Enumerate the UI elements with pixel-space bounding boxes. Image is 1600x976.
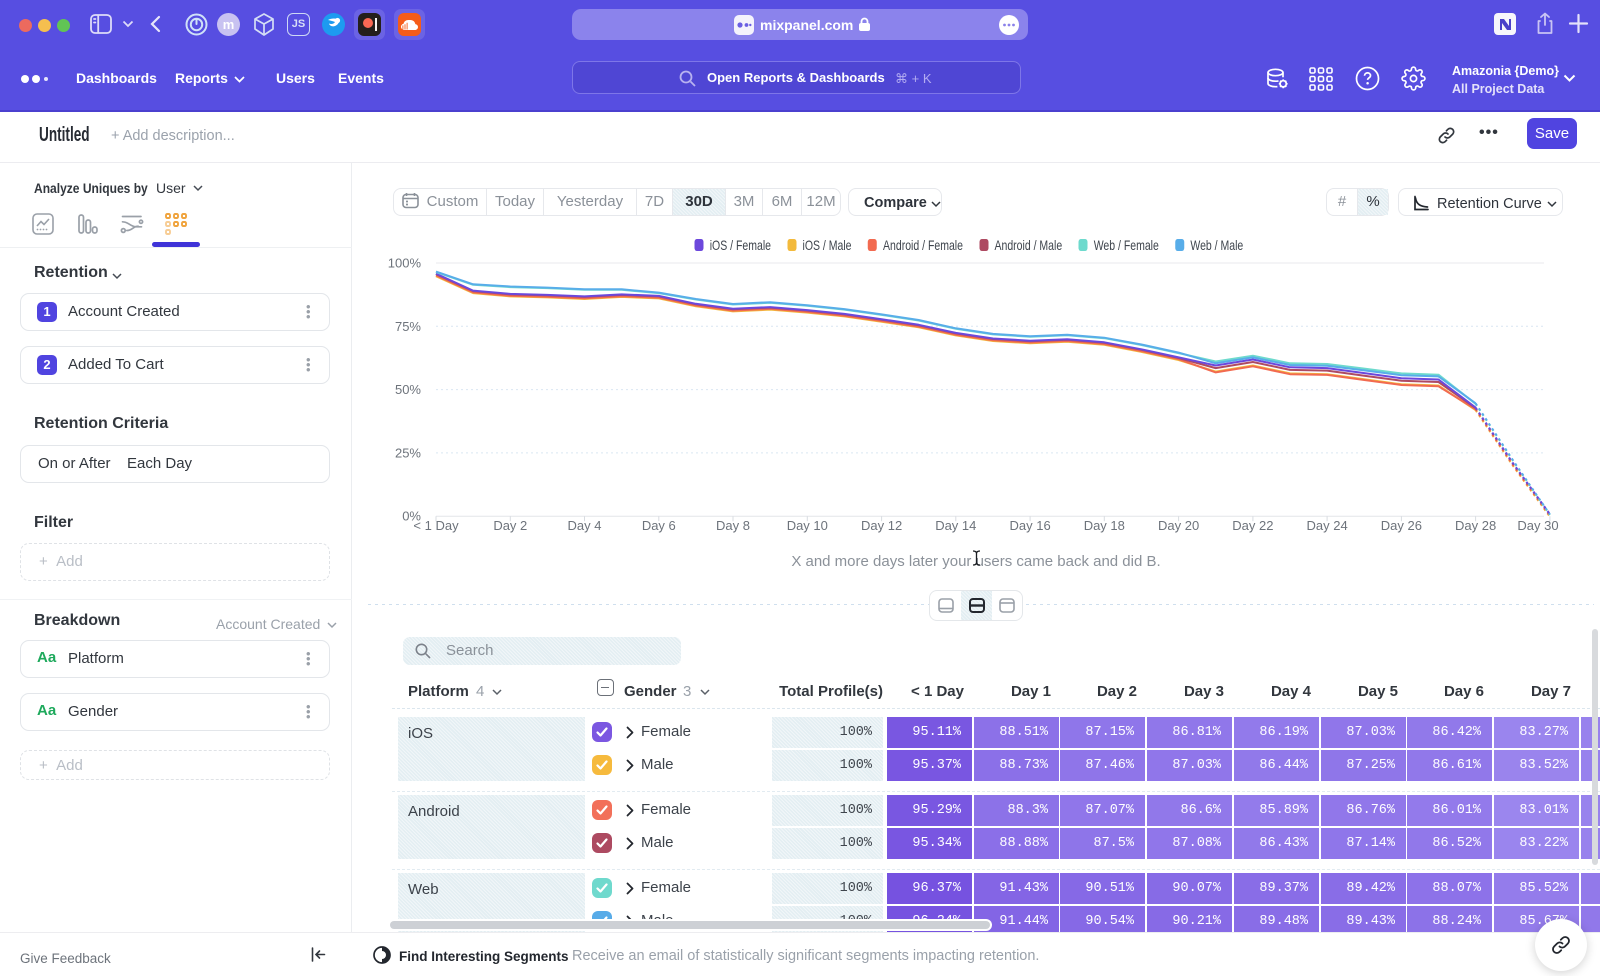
svg-text:50%: 50% xyxy=(395,382,421,397)
svg-text:Day 22: Day 22 xyxy=(1232,518,1273,533)
svg-text:Day 4: Day 4 xyxy=(568,518,602,533)
svg-text:Day 14: Day 14 xyxy=(935,518,976,533)
svg-text:75%: 75% xyxy=(395,319,421,334)
svg-text:Day 18: Day 18 xyxy=(1084,518,1125,533)
svg-text:Day 8: Day 8 xyxy=(716,518,750,533)
svg-text:Day 26: Day 26 xyxy=(1381,518,1422,533)
svg-text:Day 6: Day 6 xyxy=(642,518,676,533)
svg-text:25%: 25% xyxy=(395,445,421,460)
svg-text:Day 28: Day 28 xyxy=(1455,518,1496,533)
svg-text:Day 24: Day 24 xyxy=(1306,518,1347,533)
svg-text:100%: 100% xyxy=(388,256,422,271)
svg-text:Day 10: Day 10 xyxy=(787,518,828,533)
svg-text:Day 20: Day 20 xyxy=(1158,518,1199,533)
svg-text:Day 16: Day 16 xyxy=(1009,518,1050,533)
svg-text:Day 12: Day 12 xyxy=(861,518,902,533)
svg-text:Day 30: Day 30 xyxy=(1517,518,1558,533)
svg-text:Day 2: Day 2 xyxy=(493,518,527,533)
svg-text:< 1 Day: < 1 Day xyxy=(413,518,459,533)
